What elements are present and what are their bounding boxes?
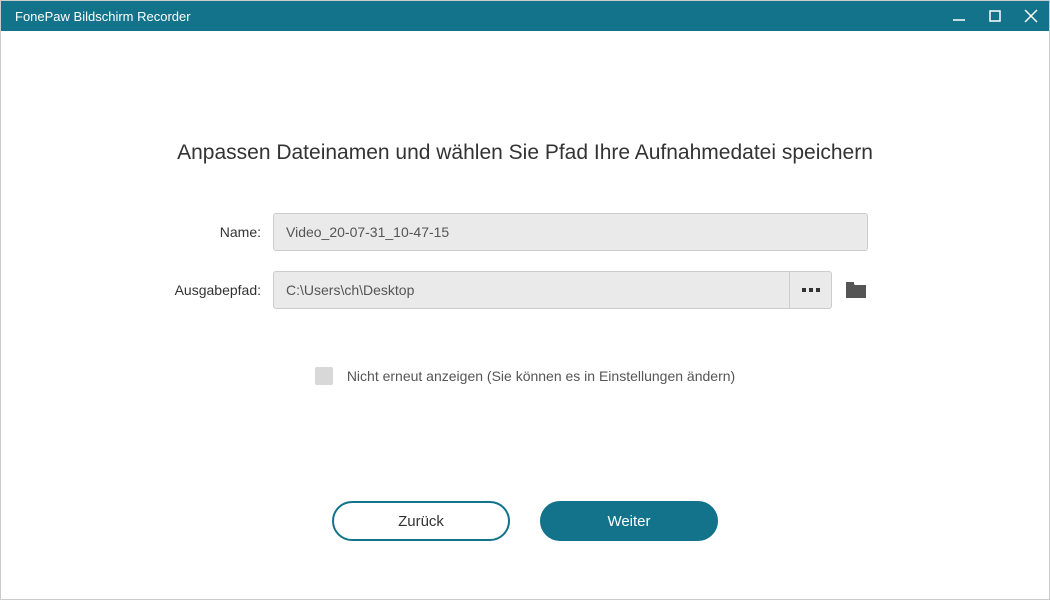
ellipsis-icon xyxy=(802,288,820,292)
content-area: Anpassen Dateinamen und wählen Sie Pfad … xyxy=(1,31,1049,599)
page-title: Anpassen Dateinamen und wählen Sie Pfad … xyxy=(81,141,969,165)
window-controls xyxy=(949,6,1041,26)
button-row: Zurück Weiter xyxy=(1,501,1049,541)
back-button[interactable]: Zurück xyxy=(332,501,510,541)
name-input[interactable] xyxy=(273,213,868,251)
name-label: Name: xyxy=(166,224,261,240)
form: Name: Ausgabepfad: xyxy=(166,213,969,309)
window-title: FonePaw Bildschirm Recorder xyxy=(15,9,191,24)
close-icon xyxy=(1023,8,1039,24)
app-window: FonePaw Bildschirm Recorder Anpassen Dat… xyxy=(0,0,1050,600)
titlebar: FonePaw Bildschirm Recorder xyxy=(1,1,1049,31)
dont-show-checkbox[interactable] xyxy=(315,367,333,385)
path-input-group xyxy=(273,271,868,309)
close-button[interactable] xyxy=(1021,6,1041,26)
open-folder-button[interactable] xyxy=(844,280,868,300)
name-row: Name: xyxy=(166,213,969,251)
path-row: Ausgabepfad: xyxy=(166,271,969,309)
maximize-button[interactable] xyxy=(985,6,1005,26)
maximize-icon xyxy=(988,9,1002,23)
browse-button[interactable] xyxy=(790,271,832,309)
dont-show-label: Nicht erneut anzeigen (Sie können es in … xyxy=(347,368,735,384)
minimize-icon xyxy=(952,9,966,23)
dont-show-row: Nicht erneut anzeigen (Sie können es in … xyxy=(81,367,969,385)
next-button[interactable]: Weiter xyxy=(540,501,718,541)
minimize-button[interactable] xyxy=(949,6,969,26)
path-input[interactable] xyxy=(273,271,790,309)
path-label: Ausgabepfad: xyxy=(166,282,261,298)
folder-icon xyxy=(844,280,868,300)
